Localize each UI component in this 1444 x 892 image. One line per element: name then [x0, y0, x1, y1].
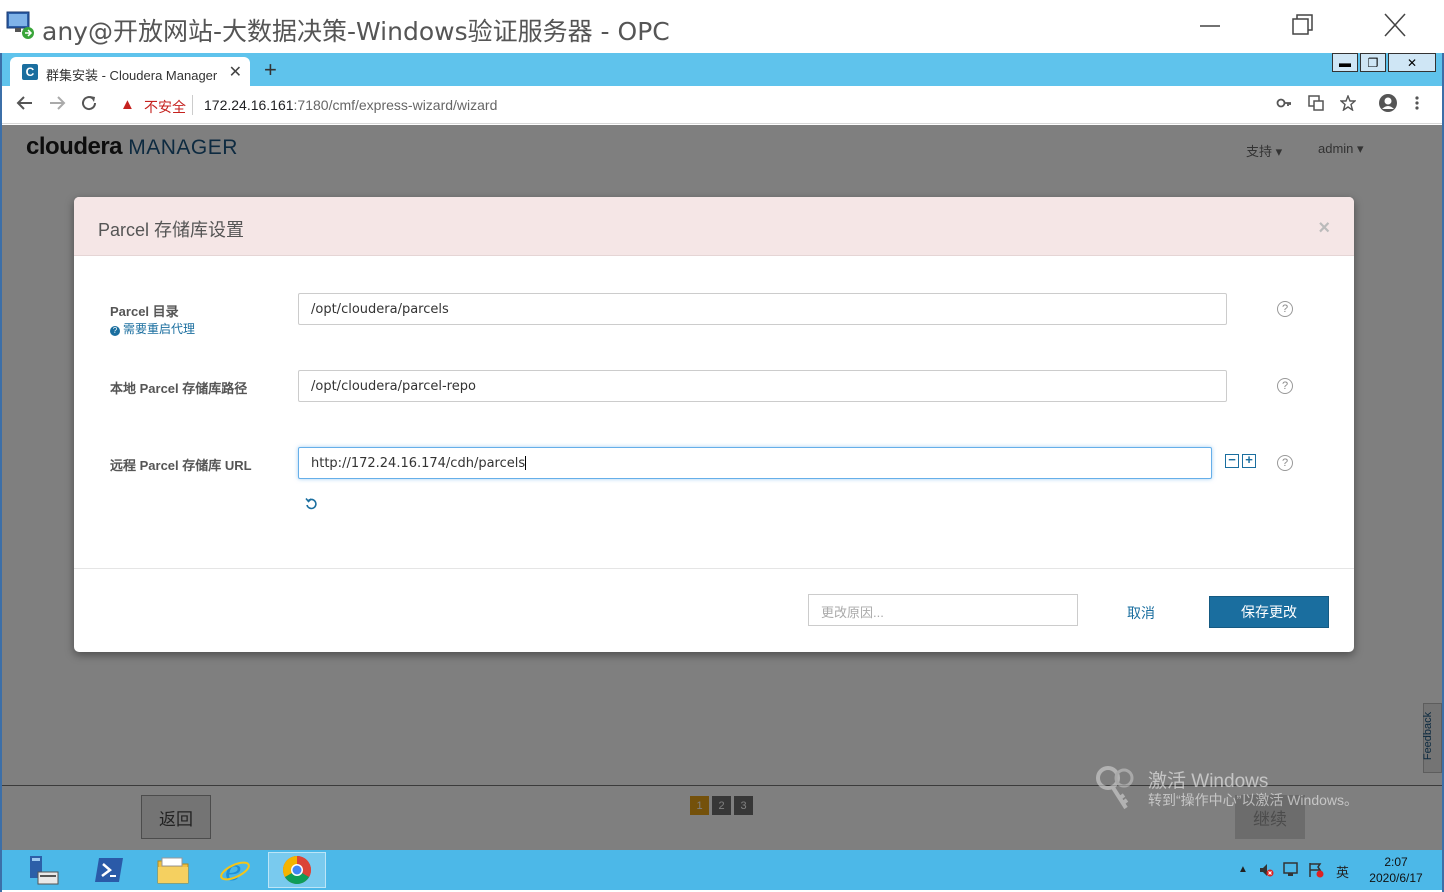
network-icon[interactable] [1282, 862, 1300, 881]
warning-icon[interactable]: ▲ [120, 96, 135, 113]
back-arrow-icon[interactable] [16, 94, 34, 118]
parcel-dir-input[interactable]: /opt/cloudera/parcels [298, 293, 1227, 325]
chrome-icon[interactable] [268, 852, 326, 888]
tray-expand-icon[interactable]: ▲ [1238, 864, 1248, 875]
remote-repo-label: 远程 Parcel 存储库 URL [110, 458, 252, 473]
rdp-window-title: any@开放网站-大数据决策-Windows验证服务器 - OPC [42, 17, 670, 46]
activation-watermark-subtitle: 转到“操作中心”以激活 Windows。 [1148, 792, 1359, 808]
parcel-settings-modal: Parcel 存储库设置 × Parcel 目录 ? 需要重启代理 /opt/cl… [74, 197, 1354, 652]
modal-footer [74, 568, 1354, 652]
modal-title: Parcel 存储库设置 [98, 220, 245, 240]
remote-desktop-icon [6, 11, 34, 39]
inner-restore-button[interactable]: ❐ [1360, 53, 1386, 72]
bookmark-star-icon[interactable] [1339, 94, 1357, 115]
inner-close-button[interactable]: ✕ [1388, 53, 1436, 72]
tab-close-icon[interactable]: ✕ [229, 62, 242, 82]
internet-explorer-icon[interactable]: e [206, 852, 264, 888]
ime-indicator[interactable]: 英 [1336, 862, 1349, 881]
minimize-button[interactable] [1190, 8, 1230, 44]
add-url-icon[interactable]: + [1242, 453, 1256, 468]
omnibox-separator [192, 95, 193, 115]
restart-agent-link[interactable]: ? 需要重启代理 [110, 320, 195, 337]
restart-agent-text: 需要重启代理 [123, 322, 196, 336]
info-icon: ? [110, 326, 120, 336]
undo-icon[interactable] [305, 497, 318, 513]
browser-tab[interactable]: C 群集安装 - Cloudera Manager ✕ [10, 57, 250, 86]
url-text[interactable]: 172.24.16.161:7180/cmf/express-wizard/wi… [204, 97, 497, 113]
profile-avatar-icon[interactable] [1378, 93, 1398, 117]
forward-arrow-icon[interactable] [48, 94, 66, 118]
server-manager-icon[interactable] [14, 852, 72, 888]
taskbar-clock[interactable]: 2:07 2020/6/17 [1356, 854, 1436, 886]
clock-date: 2020/6/17 [1369, 871, 1423, 885]
restore-button[interactable] [1282, 8, 1322, 44]
address-bar[interactable]: ▲ 不安全 172.24.16.161:7180/cmf/express-wiz… [110, 91, 1310, 119]
modal-close-icon[interactable]: × [1318, 217, 1330, 240]
reload-icon[interactable] [80, 94, 98, 118]
save-changes-button[interactable]: 保存更改 [1209, 596, 1329, 628]
remote-repo-url-input[interactable]: http://172.24.16.174/cdh/parcels [298, 447, 1212, 479]
browser-toolbar: ▲ 不安全 172.24.16.161:7180/cmf/express-wiz… [2, 86, 1442, 124]
url-host: 172.24.16.161 [204, 97, 294, 113]
url-path: :7180/cmf/express-wizard/wizard [293, 97, 498, 113]
key-icon[interactable] [1276, 95, 1292, 115]
volume-muted-icon[interactable] [1258, 862, 1274, 881]
new-tab-icon[interactable]: + [264, 57, 277, 83]
local-repo-input[interactable]: /opt/cloudera/parcel-repo [298, 370, 1227, 402]
translate-icon[interactable] [1308, 95, 1324, 115]
cloudera-favicon-icon: C [22, 64, 38, 80]
help-icon[interactable]: ? [1277, 455, 1293, 471]
help-icon[interactable]: ? [1277, 301, 1293, 317]
page-content: cloudera MANAGER 支持 ▾ admin ▾ 返回 1 2 3 继… [2, 125, 1442, 850]
activation-key-icon [1096, 766, 1134, 810]
modal-header: Parcel 存储库设置 × [74, 197, 1354, 256]
browser-tabstrip: C 群集安装 - Cloudera Manager ✕ + ▬ ❐ ✕ [2, 53, 1442, 86]
close-window-button[interactable] [1375, 8, 1415, 44]
remove-url-icon[interactable]: − [1225, 453, 1239, 468]
help-icon[interactable]: ? [1277, 378, 1293, 394]
tab-title: 群集安装 - Cloudera Manager [46, 68, 218, 83]
insecure-label[interactable]: 不安全 [144, 97, 186, 117]
inner-window-controls: ▬ ❐ ✕ [1330, 53, 1436, 73]
windows-taskbar: e ▲ 英 2:07 2020/6/17 [2, 850, 1442, 890]
rdp-titlebar: any@开放网站-大数据决策-Windows验证服务器 - OPC [0, 0, 1444, 53]
menu-kebab-icon[interactable] [1414, 95, 1420, 115]
clock-time: 2:07 [1384, 855, 1408, 869]
powershell-icon[interactable] [80, 852, 138, 888]
cancel-button[interactable]: 取消 [1127, 603, 1155, 623]
change-reason-input[interactable]: 更改原因... [808, 594, 1078, 626]
file-explorer-icon[interactable] [144, 852, 202, 888]
action-center-flag-icon[interactable] [1307, 862, 1325, 881]
inner-minimize-button[interactable]: ▬ [1332, 53, 1358, 72]
activation-watermark-title: 激活 Windows [1148, 771, 1269, 792]
parcel-dir-label: Parcel 目录 [110, 304, 179, 319]
local-repo-label: 本地 Parcel 存储库路径 [110, 381, 248, 396]
svg-text:e: e [225, 854, 242, 886]
